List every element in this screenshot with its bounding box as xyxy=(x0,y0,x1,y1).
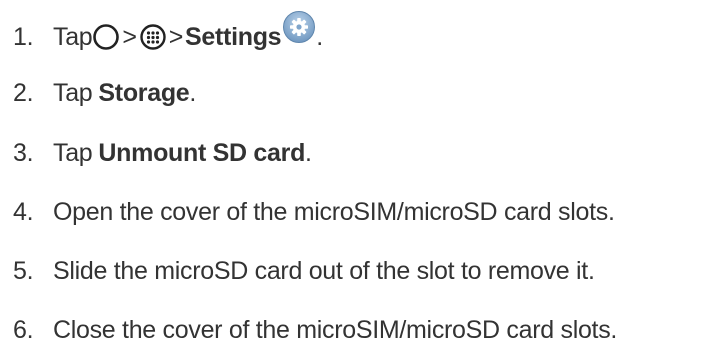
step-4: 4. Open the cover of the microSIM/microS… xyxy=(13,197,615,227)
settings-label: Settings xyxy=(185,23,282,51)
step-3: 3. Tap Unmount SD card . xyxy=(13,138,312,168)
step-1: 1. Tap > > Settings . xyxy=(13,11,323,54)
step-text-prefix: Tap xyxy=(53,139,93,167)
step-5: 5. Slide the microSD card out of the slo… xyxy=(13,256,595,286)
step-end-period: . xyxy=(189,79,197,107)
step-end-period: . xyxy=(305,139,312,167)
step-number: 4. xyxy=(13,198,34,226)
step-text-tap: Tap xyxy=(53,23,93,51)
step-end-period: . xyxy=(316,23,323,51)
step-text: Slide the microSD card out of the slot t… xyxy=(53,257,595,285)
separator: > xyxy=(168,23,184,51)
step-6: 6. Close the cover of the microSIM/micro… xyxy=(13,315,617,345)
apps-icon xyxy=(139,23,167,51)
step-text: Open the cover of the microSIM/microSD c… xyxy=(53,198,615,226)
home-icon xyxy=(92,23,120,51)
instruction-steps: 1. Tap > > Settings . 2. Tap Storage . 3… xyxy=(0,0,711,349)
step-number: 1. xyxy=(13,23,34,51)
step-number: 5. xyxy=(13,257,34,285)
step-2: 2. Tap Storage . xyxy=(13,78,196,108)
step-number: 6. xyxy=(13,316,34,344)
step-text: Close the cover of the microSIM/microSD … xyxy=(53,316,618,344)
separator: > xyxy=(122,23,137,51)
unmount-sd-card-label: Unmount SD card xyxy=(98,139,306,167)
step-number: 3. xyxy=(13,139,34,167)
step-text-prefix: Tap xyxy=(53,79,93,107)
step-number: 2. xyxy=(13,79,34,107)
settings-gear-icon xyxy=(282,10,316,44)
storage-label: Storage xyxy=(98,79,190,107)
